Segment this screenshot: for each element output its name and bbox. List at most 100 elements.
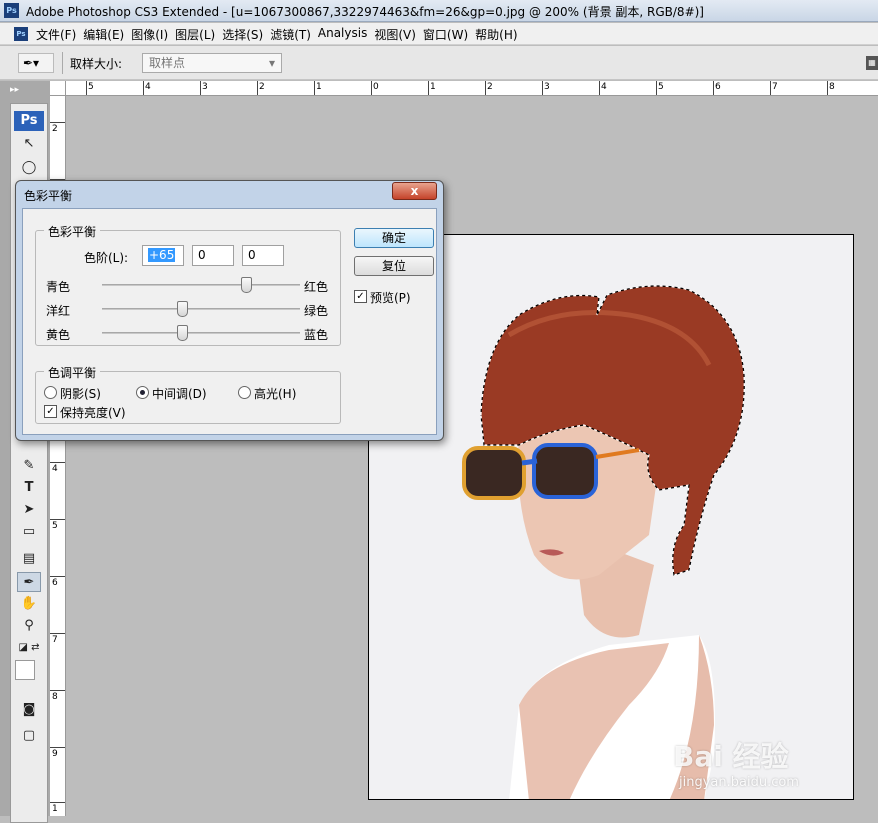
zoom-tool-icon[interactable]: ⚲ <box>17 616 41 636</box>
menu-window[interactable]: 窗口(W) <box>423 26 475 43</box>
quick-mask-icon[interactable]: ◙ <box>17 700 41 720</box>
sample-size-select[interactable]: 取样点 ▾ <box>142 53 282 73</box>
level-yellow-blue-input[interactable]: 0 <box>242 245 284 266</box>
move-tool-icon[interactable]: ↖ <box>17 134 41 154</box>
pen-tool-icon[interactable]: ✎ <box>17 456 41 476</box>
slider-left-label: 黄色 <box>46 328 71 342</box>
path-selection-tool-icon[interactable]: ➤ <box>17 500 41 520</box>
menu-edit[interactable]: 编辑(E) <box>83 26 131 43</box>
tone-balance-group: 色调平衡 阴影(S) 中间调(D) 高光(H) ✓ 保持亮度(V) <box>35 364 341 424</box>
menu-filter[interactable]: 滤镜(T) <box>270 26 318 43</box>
level-cyan-red-input[interactable]: +65 <box>142 245 184 266</box>
preview-checkbox[interactable]: ✓ <box>354 290 367 303</box>
preserve-luminosity-checkbox[interactable]: ✓ <box>44 405 57 418</box>
ruler-label: 9 <box>52 749 58 759</box>
panel-collapse-icon[interactable]: ▸▸ <box>10 85 19 95</box>
slider-left-label: 青色 <box>46 280 71 294</box>
hand-tool-icon[interactable]: ✋ <box>17 594 41 614</box>
marquee-tool-icon[interactable]: ◯ <box>17 158 41 178</box>
menu-bar: Ps 文件(F) 编辑(E) 图像(I) 图层(L) 选择(S) 滤镜(T) A… <box>0 23 878 45</box>
ruler-label: 3 <box>202 82 208 92</box>
ruler-label: 2 <box>259 82 265 92</box>
menu-layer[interactable]: 图层(L) <box>175 26 222 43</box>
group-label: 色彩平衡 <box>44 223 101 240</box>
ruler-label: 2 <box>52 124 58 134</box>
photoshop-logo[interactable]: Ps <box>14 111 44 131</box>
level-cyan-red-value: +65 <box>148 248 176 262</box>
ruler-label: 7 <box>52 635 58 645</box>
options-bar: ✒▾ 取样大小: 取样点 ▾ ▦ <box>0 46 878 80</box>
slider-right-label: 蓝色 <box>304 328 329 342</box>
options-divider <box>62 52 63 74</box>
notes-tool-icon[interactable]: ▤ <box>17 549 41 569</box>
slider-right-label: 红色 <box>304 280 329 294</box>
levels-label: 色阶(L): <box>84 251 129 265</box>
ruler-label: 8 <box>829 82 835 92</box>
eyedropper-tool-preset-picker[interactable]: ✒▾ <box>18 53 54 73</box>
ruler-label: 4 <box>145 82 151 92</box>
window-title: Adobe Photoshop CS3 Extended - [u=106730… <box>26 5 704 19</box>
ruler-label: 7 <box>772 82 778 92</box>
ruler-label: 1 <box>316 82 322 92</box>
shape-tool-icon[interactable]: ▭ <box>17 522 41 542</box>
menu-image[interactable]: 图像(I) <box>131 26 175 43</box>
cyan-red-slider-track[interactable] <box>102 284 300 286</box>
baidu-watermark-url: jingyan.baidu.com <box>679 775 799 790</box>
ruler-label: 6 <box>715 82 721 92</box>
sample-size-label: 取样大小: <box>70 57 123 71</box>
highlights-label[interactable]: 高光(H) <box>254 385 296 402</box>
ruler-label: 4 <box>52 464 58 474</box>
ruler-label: 1 <box>52 804 58 814</box>
ruler-label: 4 <box>601 82 607 92</box>
menu-analysis[interactable]: Analysis <box>318 26 374 43</box>
yellow-blue-slider-thumb[interactable] <box>177 325 188 341</box>
menu-file[interactable]: 文件(F) <box>36 26 83 43</box>
ruler-label: 1 <box>430 82 436 92</box>
document-icon[interactable]: Ps <box>14 27 28 41</box>
ruler-label: 5 <box>88 82 94 92</box>
color-balance-dialog: 色彩平衡 x 色彩平衡 色阶(L): +65 0 0 青色 红色 洋红 绿色 黄… <box>15 180 444 441</box>
cyan-red-slider-thumb[interactable] <box>241 277 252 293</box>
ruler-label: 3 <box>544 82 550 92</box>
level-magenta-green-input[interactable]: 0 <box>192 245 234 266</box>
ok-button[interactable]: 确定 <box>354 228 434 248</box>
title-bar: Ps Adobe Photoshop CS3 Extended - [u=106… <box>0 0 878 22</box>
ruler-label: 0 <box>373 82 379 92</box>
baidu-watermark-logo: Bai 经验 <box>673 740 789 773</box>
workspace-icon[interactable]: ▦ <box>866 56 878 70</box>
ruler-origin[interactable] <box>50 81 66 96</box>
magenta-green-slider-thumb[interactable] <box>177 301 188 317</box>
highlights-radio[interactable] <box>238 386 251 399</box>
shadows-label[interactable]: 阴影(S) <box>60 385 101 402</box>
sample-size-value: 取样点 <box>149 56 186 70</box>
yellow-blue-slider-track[interactable] <box>102 332 300 334</box>
midtones-label[interactable]: 中间调(D) <box>152 385 207 402</box>
magenta-green-slider-track[interactable] <box>102 308 300 310</box>
menu-help[interactable]: 帮助(H) <box>475 26 524 43</box>
ruler-label: 8 <box>52 692 58 702</box>
color-balance-group: 色彩平衡 色阶(L): +65 0 0 青色 红色 洋红 绿色 黄色 蓝色 <box>35 223 341 346</box>
preview-label[interactable]: 预览(P) <box>370 289 411 306</box>
ruler-label: 2 <box>487 82 493 92</box>
ruler-label: 5 <box>52 521 58 531</box>
eyedropper-tool-icon[interactable]: ✒ <box>17 572 41 592</box>
dialog-title: 色彩平衡 <box>24 189 73 203</box>
midtones-radio[interactable] <box>136 386 149 399</box>
foreground-color-swatch[interactable] <box>15 660 35 680</box>
menu-select[interactable]: 选择(S) <box>222 26 270 43</box>
screen-mode-icon[interactable]: ▢ <box>17 726 41 746</box>
shadows-radio[interactable] <box>44 386 57 399</box>
slider-right-label: 绿色 <box>304 304 329 318</box>
close-button[interactable]: x <box>392 182 437 200</box>
dialog-body: 色彩平衡 色阶(L): +65 0 0 青色 红色 洋红 绿色 黄色 蓝色 色调… <box>22 208 437 435</box>
ruler-label: 5 <box>658 82 664 92</box>
group-label: 色调平衡 <box>44 364 101 381</box>
reset-button[interactable]: 复位 <box>354 256 434 276</box>
photoshop-app-icon: Ps <box>4 3 19 18</box>
horizontal-ruler[interactable]: 5 4 3 2 1 0 1 2 3 4 5 6 7 8 <box>66 81 878 96</box>
type-tool-icon[interactable]: T <box>17 478 41 498</box>
preserve-luminosity-label[interactable]: 保持亮度(V) <box>60 404 126 421</box>
menu-view[interactable]: 视图(V) <box>374 26 423 43</box>
swap-colors-icon[interactable]: ◪ ⇄ <box>17 638 41 658</box>
ruler-label: 6 <box>52 578 58 588</box>
